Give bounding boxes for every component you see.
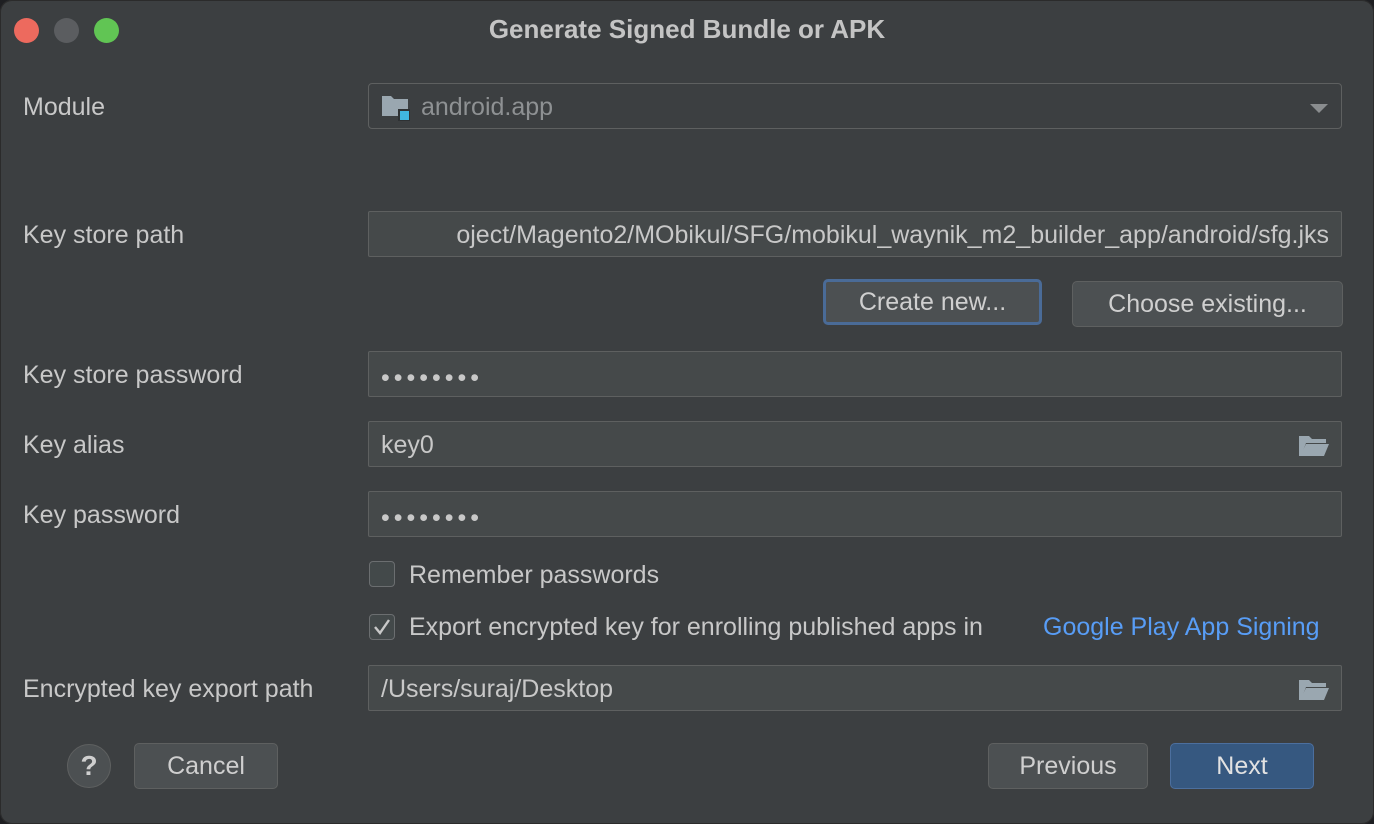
google-play-app-signing-link[interactable]: Google Play App Signing [1043, 613, 1339, 642]
remember-passwords-label[interactable]: Remember passwords [409, 561, 659, 590]
module-label: Module [23, 93, 105, 121]
folder-open-icon[interactable] [1298, 677, 1330, 706]
next-button[interactable]: Next [1170, 743, 1314, 789]
title-bar: Generate Signed Bundle or APK [0, 0, 1374, 60]
module-dropdown[interactable]: android.app [368, 83, 1342, 129]
signed-bundle-dialog: Generate Signed Bundle or APK Module and… [0, 0, 1374, 824]
key-password-field[interactable]: •••••••• [368, 491, 1342, 537]
folder-open-icon[interactable] [1298, 433, 1330, 462]
keystore-password-field[interactable]: •••••••• [368, 351, 1342, 397]
module-value: android.app [421, 93, 554, 121]
key-alias-value: key0 [381, 431, 434, 459]
key-password-value: •••••••• [381, 504, 484, 532]
keystore-path-field[interactable]: oject/Magento2/MObikul/SFG/mobikul_wayni… [368, 211, 1342, 257]
key-alias-label: Key alias [23, 431, 125, 459]
cancel-button[interactable]: Cancel [134, 743, 278, 789]
help-button[interactable]: ? [67, 744, 111, 788]
module-folder-icon [381, 94, 411, 127]
keystore-password-label: Key store password [23, 361, 243, 389]
choose-existing-button[interactable]: Choose existing... [1072, 281, 1343, 327]
dialog-title: Generate Signed Bundle or APK [488, 14, 886, 44]
remember-passwords-checkbox[interactable] [369, 561, 395, 587]
export-key-label[interactable]: Export encrypted key for enrolling publi… [409, 613, 983, 642]
key-alias-field[interactable]: key0 [368, 421, 1342, 467]
export-path-label: Encrypted key export path [23, 675, 314, 703]
key-password-label: Key password [23, 501, 181, 529]
keystore-password-value: •••••••• [381, 364, 484, 392]
chevron-down-icon [1309, 102, 1329, 120]
export-path-value: /Users/suraj/Desktop [381, 675, 614, 703]
previous-button[interactable]: Previous [988, 743, 1148, 789]
export-path-field[interactable]: /Users/suraj/Desktop [368, 665, 1342, 711]
export-key-checkbox[interactable] [369, 614, 395, 640]
create-new-button[interactable]: Create new... [823, 279, 1042, 325]
keystore-path-value: oject/Magento2/MObikul/SFG/mobikul_wayni… [456, 221, 1329, 249]
keystore-path-label: Key store path [23, 221, 185, 249]
